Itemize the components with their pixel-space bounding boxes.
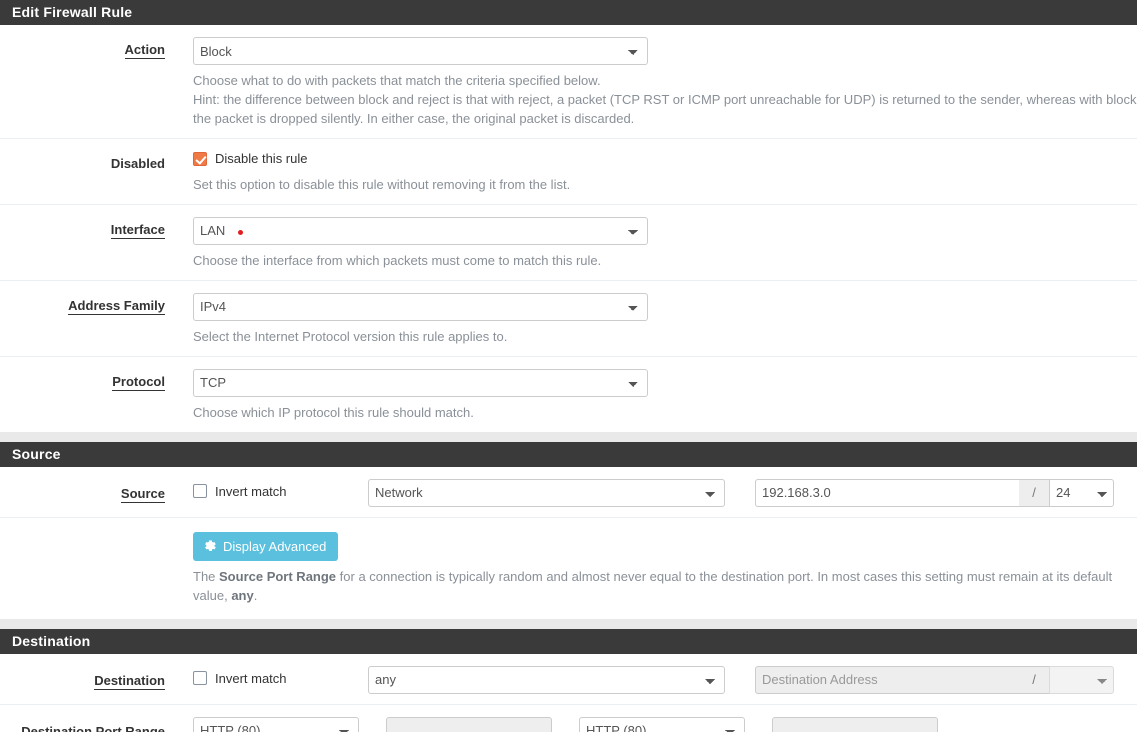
port-range-grid: HTTP (80) From Custom HTTP (80) <box>193 716 1137 732</box>
row-action: Action Block Choose what to do with pack… <box>0 25 1137 139</box>
source-invert-checkbox[interactable] <box>193 484 207 499</box>
advanced-field-cell: Display Advanced The Source Port Range f… <box>175 531 1137 605</box>
disable-rule-checkbox-wrap[interactable]: Disable this rule <box>193 151 308 166</box>
source-heading: Source <box>0 441 1137 467</box>
destination-port-range-label-cell: Destination Port Range <box>0 717 175 732</box>
gear-icon <box>203 539 217 553</box>
protocol-label: Protocol <box>112 373 165 391</box>
mouse-cursor-dot <box>238 229 243 235</box>
source-label: Source <box>120 485 165 503</box>
help-post: . <box>253 587 258 603</box>
protocol-field-cell: TCP Choose which IP protocol this rule s… <box>175 368 1137 422</box>
protocol-select[interactable]: TCP <box>193 368 648 397</box>
source-field-cell: Invert match Network / 24 <box>175 478 1137 507</box>
address-family-field-cell: IPv4 Select the Internet Protocol versio… <box>175 292 1137 346</box>
destination-port-range-field-cell: HTTP (80) From Custom HTTP (80) <box>175 716 1137 732</box>
source-slash-addon: / <box>1019 478 1049 507</box>
disable-rule-checkbox-label: Disable this rule <box>215 151 308 166</box>
disabled-label-cell: Disabled <box>0 151 175 171</box>
interface-select[interactable]: LAN <box>193 216 648 245</box>
destination-invert-label: Invert match <box>215 670 287 686</box>
row-destination: Destination Invert match any Destination… <box>0 654 1137 705</box>
disabled-field-cell: Disable this rule Set this option to dis… <box>175 151 1137 194</box>
edit-firewall-rule-heading: Edit Firewall Rule <box>0 0 1137 25</box>
port-to-select[interactable]: HTTP (80) <box>579 716 745 732</box>
source-mask-select[interactable]: 24 <box>1049 478 1114 507</box>
destination-invert-checkbox-wrap[interactable]: Invert match <box>193 671 287 686</box>
action-help-line2: Hint: the difference between block and r… <box>193 92 1137 126</box>
address-family-label-cell: Address Family <box>0 293 175 315</box>
row-destination-port-range: Destination Port Range HTTP (80) From Cu… <box>0 705 1137 732</box>
destination-panel: Destination Destination Invert match any… <box>0 628 1137 732</box>
interface-field-cell: LAN Choose the interface from which pack… <box>175 216 1137 270</box>
source-address-input[interactable] <box>755 478 1019 507</box>
display-advanced-button[interactable]: Display Advanced <box>193 531 339 561</box>
disable-rule-checkbox[interactable] <box>193 151 207 166</box>
port-to-cell: HTTP (80) To <box>579 716 772 732</box>
panel-separator-2 <box>0 618 1137 629</box>
destination-address-input[interactable] <box>755 665 1019 694</box>
help-bold-source-port-range: Source Port Range <box>219 568 337 584</box>
destination-controls: Invert match any / <box>193 665 1137 694</box>
row-source: Source Invert match Network 192.168.3.0 … <box>0 467 1137 518</box>
port-from-custom-input[interactable] <box>386 716 552 732</box>
port-from-cell: HTTP (80) From <box>193 716 386 732</box>
source-invert-label: Invert match <box>215 483 287 499</box>
action-label: Action <box>124 42 165 59</box>
source-body: Source Invert match Network 192.168.3.0 … <box>0 466 1137 619</box>
action-field-cell: Block Choose what to do with packets tha… <box>175 37 1137 128</box>
destination-body: Destination Invert match any Destination… <box>0 653 1137 732</box>
destination-address-group: / <box>755 665 1114 694</box>
destination-heading: Destination <box>0 628 1137 654</box>
edit-firewall-rule-body: Action Block Choose what to do with pack… <box>0 25 1137 432</box>
port-from-select[interactable]: HTTP (80) <box>193 716 359 732</box>
row-interface: Interface LAN Choose the interface from … <box>0 205 1137 281</box>
protocol-help: Choose which IP protocol this rule shoul… <box>193 404 474 420</box>
disabled-label: Disabled <box>110 156 165 171</box>
interface-help: Choose the interface from which packets … <box>193 252 602 268</box>
source-panel: Source Source Invert match Network 192.1… <box>0 441 1137 619</box>
port-to-custom-cell: Custom <box>772 716 965 732</box>
destination-slash-addon: / <box>1019 665 1049 694</box>
firewall-rule-edit-page: Edit Firewall Rule Action Block Choose w… <box>0 0 1137 732</box>
destination-invert-slot: Invert match <box>193 671 368 689</box>
panel-separator-1 <box>0 431 1137 442</box>
source-type-select[interactable]: Network <box>368 478 725 507</box>
interface-label-cell: Interface <box>0 217 175 239</box>
row-address-family: Address Family IPv4 Select the Internet … <box>0 281 1137 357</box>
advanced-label-cell <box>0 532 175 537</box>
edit-firewall-rule-panel: Edit Firewall Rule Action Block Choose w… <box>0 0 1137 432</box>
destination-port-range-label: Destination Port Range <box>21 723 165 732</box>
destination-invert-checkbox[interactable] <box>193 671 207 686</box>
destination-mask-select[interactable] <box>1049 665 1114 694</box>
disabled-help: Set this option to disable this rule wit… <box>193 176 571 192</box>
port-to-custom-input[interactable] <box>772 716 938 732</box>
display-advanced-button-label: Display Advanced <box>223 538 327 554</box>
help-pre: The <box>193 568 220 584</box>
action-label-cell: Action <box>0 37 175 59</box>
source-controls: Invert match Network / 24 <box>193 478 1137 507</box>
source-invert-slot: Invert match <box>193 484 368 502</box>
help-bold-any: any <box>231 587 254 603</box>
address-family-select[interactable]: IPv4 <box>193 292 648 321</box>
action-help-line1: Choose what to do with packets that matc… <box>193 73 601 88</box>
action-select[interactable]: Block <box>193 37 648 65</box>
destination-type-select[interactable]: any <box>368 665 725 694</box>
row-disabled: Disabled Disable this rule Set this opti… <box>0 139 1137 205</box>
destination-label-cell: Destination <box>0 666 175 690</box>
destination-field-cell: Invert match any / <box>175 665 1137 694</box>
destination-label: Destination <box>94 672 165 690</box>
protocol-label-cell: Protocol <box>0 369 175 391</box>
port-from-custom-cell: Custom <box>386 716 579 732</box>
source-address-group: / 24 <box>755 478 1114 507</box>
source-label-cell: Source <box>0 479 175 503</box>
row-source-advanced: Display Advanced The Source Port Range f… <box>0 518 1137 619</box>
address-family-label: Address Family <box>68 297 165 315</box>
interface-label: Interface <box>110 221 165 239</box>
source-invert-checkbox-wrap[interactable]: Invert match <box>193 484 287 499</box>
source-port-range-help: The Source Port Range for a connection i… <box>193 567 1137 605</box>
address-family-help: Select the Internet Protocol version thi… <box>193 328 508 344</box>
row-protocol: Protocol TCP Choose which IP protocol th… <box>0 357 1137 432</box>
